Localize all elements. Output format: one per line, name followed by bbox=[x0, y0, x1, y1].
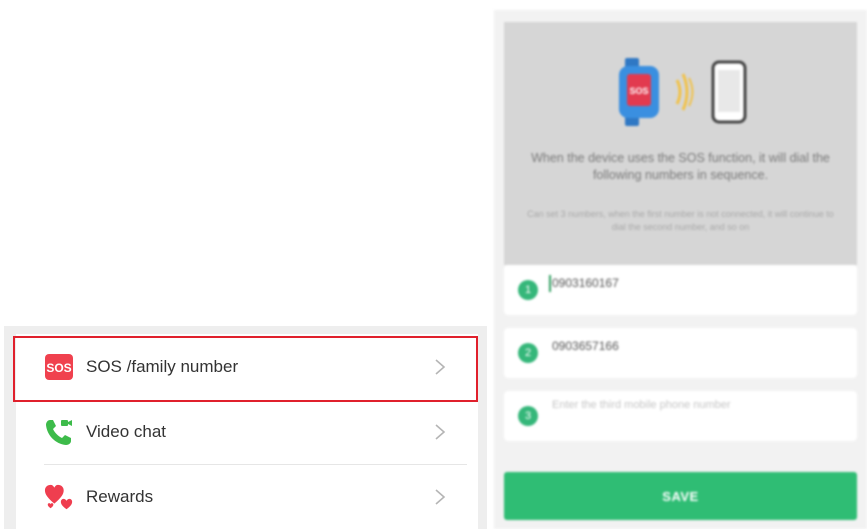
number-index-badge: 1 bbox=[518, 280, 538, 300]
menu-item-label: Video chat bbox=[86, 421, 167, 441]
sos-info-banner: SOS When the device uses the SOS functio… bbox=[504, 22, 857, 265]
chevron-right-icon bbox=[430, 487, 450, 507]
text-cursor bbox=[549, 275, 551, 292]
number-index-badge: 3 bbox=[518, 406, 538, 426]
chevron-right-icon bbox=[430, 422, 450, 442]
number-index-badge: 2 bbox=[518, 343, 538, 363]
sos-settings-screen: SOS When the device uses the SOS functio… bbox=[494, 10, 867, 529]
highlight-frame bbox=[13, 336, 478, 402]
sos-number-value: 0903160167 bbox=[552, 276, 619, 290]
menu-item-rewards[interactable]: Rewards bbox=[16, 464, 478, 529]
sos-info-subtitle: Can set 3 numbers, when the first number… bbox=[527, 209, 834, 232]
svg-text:SOS: SOS bbox=[629, 86, 648, 96]
watch-phone-illustration: SOS bbox=[619, 58, 747, 126]
sos-number-field-1[interactable]: 1 0903160167 bbox=[504, 265, 857, 315]
menu-item-label: Rewards bbox=[86, 486, 154, 506]
hearts-icon bbox=[44, 482, 74, 512]
menu-item-video-chat[interactable]: Video chat bbox=[16, 399, 478, 464]
sos-number-field-2[interactable]: 2 0903657166 bbox=[504, 328, 857, 378]
sos-info-title: When the device uses the SOS function, i… bbox=[531, 151, 830, 182]
sos-number-field-3[interactable]: 3 Enter the third mobile phone number bbox=[504, 391, 857, 441]
save-button[interactable]: SAVE bbox=[504, 472, 857, 520]
sos-number-value: 0903657166 bbox=[552, 339, 619, 353]
video-call-icon bbox=[44, 417, 74, 447]
sos-number-placeholder: Enter the third mobile phone number bbox=[552, 399, 731, 411]
